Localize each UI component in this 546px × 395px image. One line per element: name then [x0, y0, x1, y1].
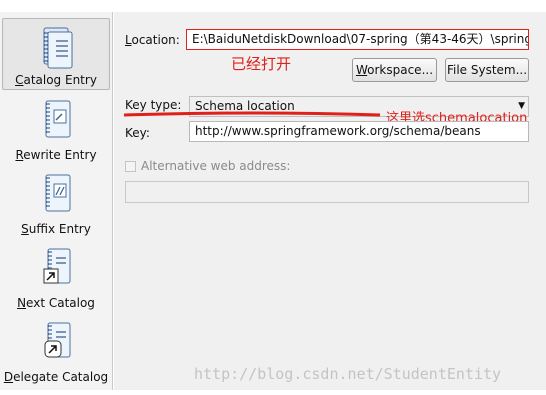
key-input[interactable]: http://www.springframework.org/schema/be…	[189, 121, 529, 142]
sidebar-item-delegate-catalog[interactable]: Delegate Catalog	[2, 314, 110, 386]
sidebar-item-next-catalog[interactable]: Next Catalog	[2, 240, 110, 312]
entry-details-panel: Location: E:\BaiduNetdiskDownload\07-spr…	[114, 12, 546, 390]
alternative-web-address-label: Alternative web address:	[141, 159, 290, 173]
sidebar-item-suffix-entry[interactable]: Suffix Entry	[2, 166, 110, 238]
sidebar-item-label-text: uffix Entry	[28, 222, 91, 236]
annotation-underline	[123, 111, 381, 117]
sidebar-item-label: Delegate Catalog	[2, 370, 110, 384]
delegate-catalog-icon	[44, 322, 71, 358]
key-type-label: Key type:	[125, 98, 181, 112]
key-label: Key:	[125, 126, 150, 140]
location-label-text: ocation:	[131, 33, 180, 47]
catalog-entry-icon	[43, 27, 73, 69]
sidebar-item-mnemonic: N	[17, 296, 27, 310]
sidebar-item-mnemonic: S	[21, 222, 29, 236]
entry-type-sidebar: Catalog Entry Rewrite Entry Suffix Entry…	[0, 12, 113, 390]
watermark: http://blog.csdn.net/StudentEntity	[194, 365, 502, 383]
sidebar-item-mnemonic: D	[3, 370, 14, 384]
sidebar-item-catalog-entry[interactable]: Catalog Entry	[2, 18, 110, 90]
file-system-button[interactable]: File System...	[445, 58, 529, 82]
alternative-web-address-input[interactable]	[125, 181, 529, 203]
location-annotation: 已经打开	[231, 55, 292, 73]
sidebar-item-label-text: ewrite Entry	[23, 148, 97, 162]
key-type-label-text: Key type:	[125, 98, 182, 112]
rewrite-entry-icon	[45, 100, 71, 138]
alternative-web-address-checkbox[interactable]	[125, 161, 136, 172]
sidebar-item-label: Next Catalog	[2, 296, 110, 310]
sidebar-item-label-text: elegate Catalog	[13, 370, 109, 384]
workspace-button-mnemonic: W	[355, 63, 368, 77]
sidebar-item-rewrite-entry[interactable]: Rewrite Entry	[2, 92, 110, 164]
workspace-button[interactable]: Workspace...	[352, 58, 437, 82]
sidebar-item-label: Suffix Entry	[2, 222, 110, 236]
sidebar-item-label-text: atalog Entry	[23, 73, 97, 87]
next-catalog-icon	[43, 248, 71, 284]
alternative-web-address-label-text: Alternative web address:	[141, 159, 291, 173]
location-input[interactable]: E:\BaiduNetdiskDownload\07-spring（第43-46…	[186, 29, 529, 50]
location-label: Location:	[125, 33, 180, 47]
sidebar-item-label-text: ext Catalog	[26, 296, 95, 310]
sidebar-item-label: Catalog Entry	[3, 73, 109, 87]
file-system-button-label: File System...	[446, 63, 528, 77]
suffix-entry-icon	[45, 174, 71, 212]
sidebar-item-label: Rewrite Entry	[2, 148, 110, 162]
key-label-text: Key:	[125, 126, 150, 140]
workspace-button-label: orkspace...	[367, 63, 434, 77]
